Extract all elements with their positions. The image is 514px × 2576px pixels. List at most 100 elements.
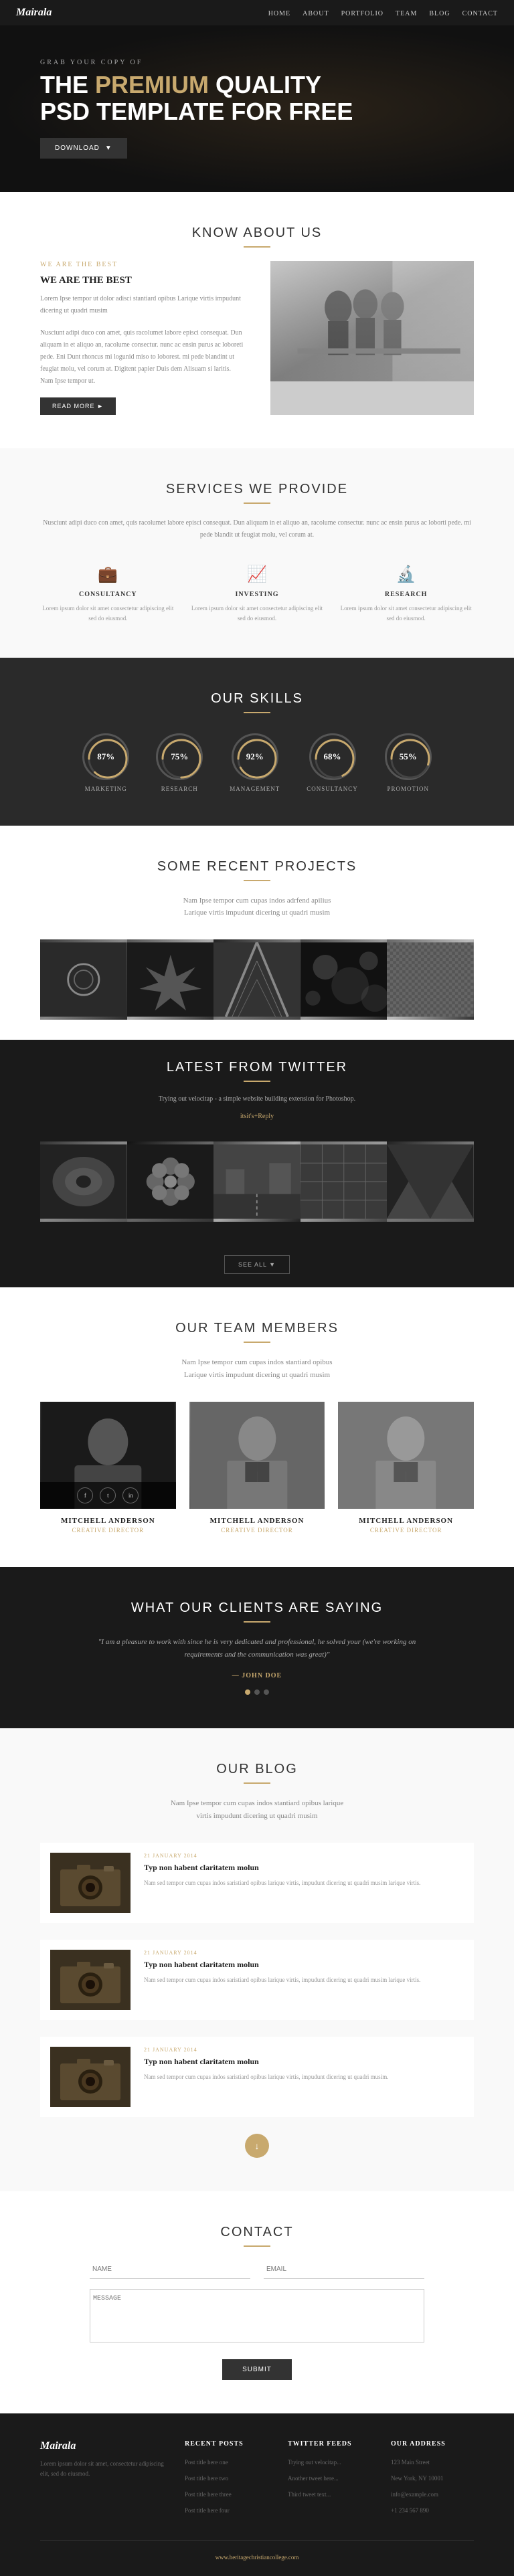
nav-link-home[interactable]: Home	[268, 10, 290, 17]
testimonial-author: — John Doe	[40, 1672, 474, 1679]
blog-content-1: 21 JANUARY 2014 Typ non habent claritate…	[144, 1950, 420, 2010]
footer-link-0-2[interactable]: Post title here three	[185, 2491, 232, 2498]
blog-title-0[interactable]: Typ non habent claritatem molun	[144, 1862, 420, 1873]
email-input[interactable]	[264, 2260, 424, 2279]
nav-logo[interactable]: Mairala	[16, 7, 52, 19]
team-linkedin-icon[interactable]: in	[122, 1487, 139, 1503]
footer-list-1-item-2: Third tweet text...	[288, 2488, 371, 2500]
twitter-link[interactable]: itsit's+Reply	[240, 1113, 274, 1120]
services-section: SERVICES WE PROVIDE Nusciunt adipi duco …	[0, 448, 514, 658]
team-photo-0: f t in	[40, 1402, 176, 1509]
footer-link-0-3[interactable]: Post title here four	[185, 2507, 230, 2514]
nav-link-about[interactable]: About	[303, 10, 329, 17]
hero-section: GRAB YOUR COPY OF THE PREMIUM QUALITY PS…	[0, 25, 514, 192]
footer-list-0: Post title here one Post title here two Po…	[185, 2456, 268, 2516]
project-item-0[interactable]: PAPERCLIPS DESIGN	[40, 939, 127, 1020]
about-text1: Lorem Ipse tempor ut dolor adisci stanti…	[40, 293, 244, 317]
footer-list-2-item-0: 123 Main Street	[391, 2456, 474, 2468]
about-content: WE ARE THE BEST WE ARE THE BEST Lorem Ip…	[40, 261, 474, 415]
project-item-2[interactable]: RAILS DESIGN	[213, 939, 301, 1020]
team-member-0: f t in MITCHELL ANDERSON CREATIVE DIRECT…	[40, 1402, 176, 1534]
footer-col-0: RECENT POSTS Post title here onePost tit…	[185, 2440, 268, 2520]
skill-label-0: Marketing	[82, 786, 129, 792]
footer-list-0-item-2: Post title here three	[185, 2488, 268, 2500]
skill-label-3: Consultancy	[307, 786, 357, 792]
name-input[interactable]	[90, 2260, 250, 2279]
message-input[interactable]	[90, 2289, 424, 2342]
blog-title-1[interactable]: Typ non habent claritatem molun	[144, 1959, 420, 1970]
project-label-4: TEXTURE	[418, 973, 442, 979]
skills-section: OUR SKILLS 87% Marketing 75% Research	[0, 658, 514, 826]
nav-link-contact[interactable]: Contact	[462, 10, 498, 17]
project-category-6: NATURE	[161, 1183, 180, 1188]
project-item-4[interactable]: TEXTURE ART	[387, 939, 474, 1020]
project-item-6[interactable]: FLOWER NATURE	[127, 1141, 214, 1222]
blog-date-1: 21 JANUARY 2014	[144, 1950, 420, 1956]
blog-excerpt-1: Nam sed tempor cum cupas indos saristiar…	[144, 1975, 420, 1985]
footer-list-0-item-3: Post title here four	[185, 2504, 268, 2516]
read-more-button[interactable]: READ MORE ►	[40, 397, 116, 415]
team-facebook-icon[interactable]: f	[77, 1487, 93, 1503]
nav-link-portfolio[interactable]: Portfolio	[341, 10, 383, 17]
dot-0[interactable]	[245, 1689, 250, 1695]
footer-list-1-item-1: Another tweet here...	[288, 2472, 371, 2484]
about-text2: Nusciunt adipi duco con amet, quis racol…	[40, 327, 244, 387]
download-button[interactable]: DOWNLOAD ▼	[40, 138, 127, 159]
footer-link-2-3[interactable]: +1 234 567 890	[391, 2507, 429, 2514]
twitter-section: LATEST FROM TWITTER Trying out velocitap…	[0, 1040, 514, 1141]
footer-link-1-0[interactable]: Trying out velocitap...	[288, 2459, 341, 2466]
contact-title: CONTACT	[40, 2225, 474, 2240]
testimonial-dots	[40, 1689, 474, 1695]
footer-link-0-0[interactable]: Post title here one	[185, 2459, 228, 2466]
project-item-9[interactable]: ABSTRACT ART	[387, 1141, 474, 1222]
twitter-title: LATEST FROM TWITTER	[40, 1060, 474, 1075]
projects-divider	[244, 880, 270, 881]
team-role-0: CREATIVE DIRECTOR	[40, 1527, 176, 1534]
project-item-3[interactable]: BOKEH PHOTO	[301, 939, 388, 1020]
service-item-0: 💼 CONSULTANCY Lorem ipsum dolor sit amet…	[40, 565, 176, 624]
service-item-1: 📈 INVESTING Lorem ipsum dolor sit amet c…	[189, 565, 325, 624]
see-all-button[interactable]: SEE ALL ▼	[224, 1255, 290, 1274]
submit-button[interactable]: SUBMIT	[222, 2359, 292, 2380]
dot-1[interactable]	[254, 1689, 260, 1695]
skill-circle-1: 75%	[156, 733, 203, 780]
footer-logo: Mairala	[40, 2440, 165, 2452]
project-item-5[interactable]: MACRO PHOTO	[40, 1141, 127, 1222]
blog-title-2[interactable]: Typ non habent claritatem molun	[144, 2056, 388, 2067]
blog-title: OUR BLOG	[40, 1762, 474, 1777]
project-item-8[interactable]: DETAIL DESIGN	[301, 1141, 388, 1222]
skills-grid: 87% Marketing 75% Research 92% Managemen…	[40, 733, 474, 792]
team-twitter-icon[interactable]: t	[100, 1487, 116, 1503]
dot-2[interactable]	[264, 1689, 269, 1695]
footer-link-2-2[interactable]: info@example.com	[391, 2491, 438, 2498]
project-label-6: FLOWER	[159, 1175, 181, 1181]
team-name-2: MITCHELL ANDERSON	[338, 1517, 474, 1525]
skill-circle-0: 87%	[82, 733, 129, 780]
service-icon-2: 🔬	[338, 565, 474, 584]
nav-link-team[interactable]: Team	[396, 10, 417, 17]
footer-link-0-1[interactable]: Post title here two	[185, 2475, 228, 2482]
hero-title: THE PREMIUM QUALITY PSD TEMPLATE FOR FRE…	[40, 72, 353, 124]
footer-link-1-1[interactable]: Another tweet here...	[288, 2475, 339, 2482]
blog-more-button[interactable]: ↓	[245, 2134, 269, 2158]
footer-link-2-0[interactable]: 123 Main Street	[391, 2459, 430, 2466]
footer-col-title-2: OUR ADDRESS	[391, 2440, 474, 2448]
nav-link-blog[interactable]: Blog	[429, 10, 450, 17]
projects-grid-2: MACRO PHOTO FLOWER NATURE STREET PHOTO D…	[40, 1141, 474, 1222]
services-divider	[244, 502, 270, 504]
footer-link-2-1[interactable]: New York, NY 10001	[391, 2475, 443, 2482]
footer-url[interactable]: www.heritagechristiancollege.com	[216, 2554, 299, 2561]
skill-label-1: Research	[156, 786, 203, 792]
footer-bottom: www.heritagechristiancollege.com	[40, 2540, 474, 2563]
project-item-7[interactable]: STREET PHOTO	[213, 1141, 301, 1222]
project-category-4: ART	[426, 981, 435, 986]
blog-excerpt-2: Nam sed tempor cum cupas indos saristiar…	[144, 2072, 388, 2082]
footer-link-1-2[interactable]: Third tweet text...	[288, 2491, 331, 2498]
team-subtitle: Nam Ipse tempor cum cupas indos stantiar…	[90, 1356, 424, 1381]
testimonials-section: WHAT OUR CLIENTS ARE SAYING "I am a plea…	[0, 1567, 514, 1729]
project-item-1[interactable]: NATURE PHOTO	[127, 939, 214, 1020]
footer-list-1: Trying out velocitap... Another tweet her…	[288, 2456, 371, 2500]
about-divider	[244, 246, 270, 248]
projects-title: SOME RECENT PROJECTS	[40, 859, 474, 875]
skill-item-4: 55% Promotion	[385, 733, 432, 792]
